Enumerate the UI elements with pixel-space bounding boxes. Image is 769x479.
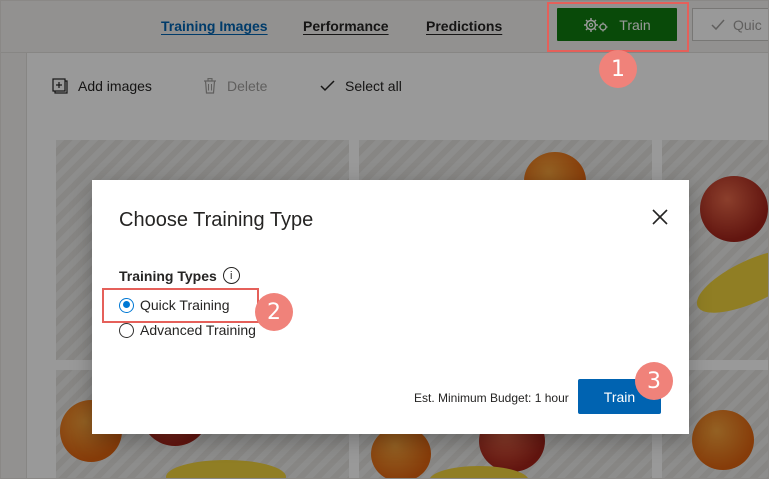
advanced-training-label: Advanced Training <box>140 322 256 338</box>
callout-1: 1 <box>599 50 637 88</box>
close-icon[interactable] <box>648 205 672 229</box>
radio-advanced-training[interactable]: Advanced Training <box>119 322 256 338</box>
callout-2: 2 <box>255 293 293 331</box>
estimated-budget: Est. Minimum Budget: 1 hour <box>414 391 569 405</box>
radio-button-unchecked[interactable] <box>119 322 134 338</box>
highlight-box-train <box>547 2 689 52</box>
info-icon[interactable]: i <box>222 267 240 284</box>
highlight-box-quick-training <box>102 288 259 323</box>
training-types-label: Training Types i <box>119 267 240 284</box>
callout-3: 3 <box>635 362 673 400</box>
training-types-text: Training Types <box>119 267 217 284</box>
dialog-title: Choose Training Type <box>119 209 314 231</box>
